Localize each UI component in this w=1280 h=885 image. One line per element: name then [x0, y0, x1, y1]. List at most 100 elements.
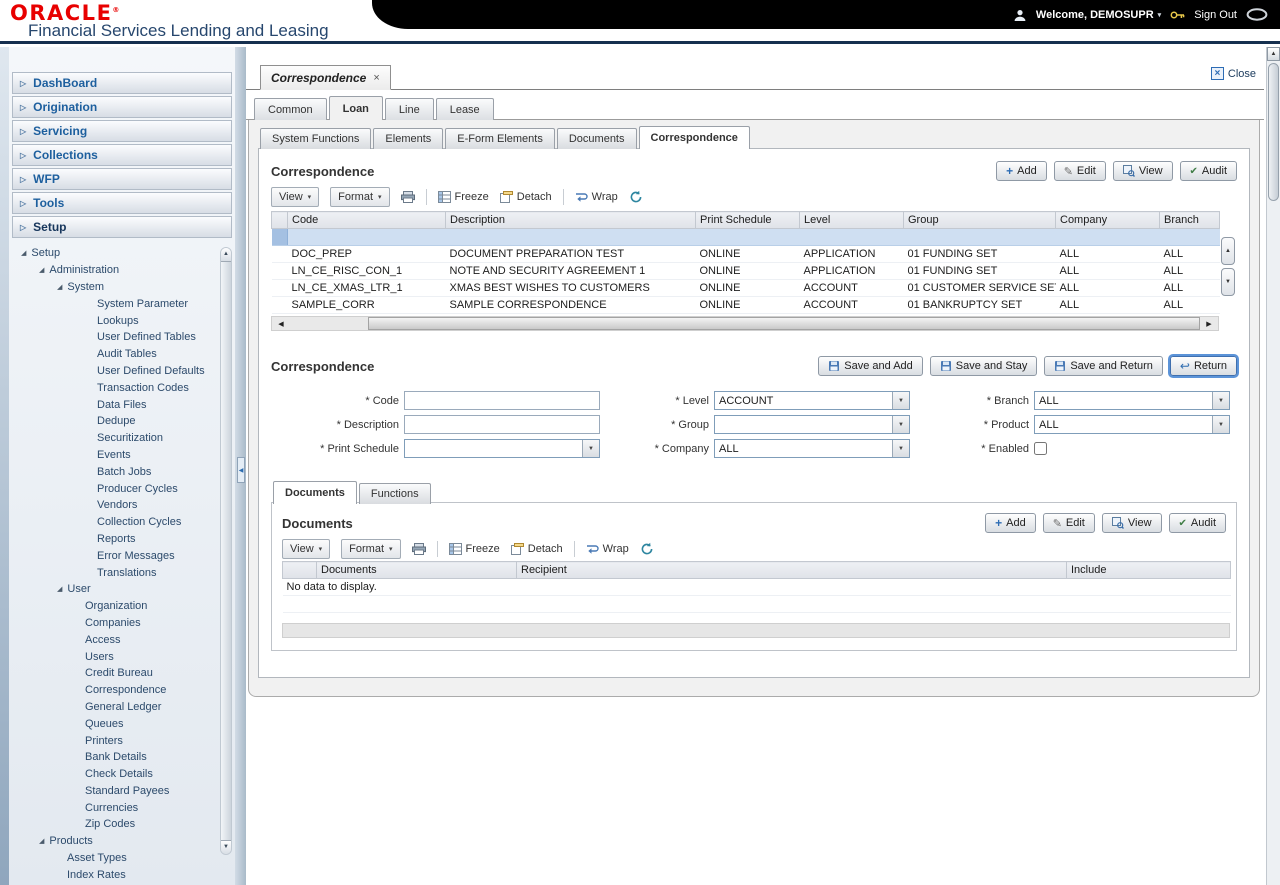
user-menu[interactable]: Welcome, DEMOSUPR ▾	[1036, 9, 1161, 21]
document-tab-correspondence[interactable]: Correspondence ×	[260, 65, 391, 90]
tab-loan[interactable]: Loan	[328, 96, 383, 120]
tree-item[interactable]: Check Details	[9, 766, 235, 783]
tree-item[interactable]: Vendors	[9, 497, 235, 514]
tab-elements[interactable]: Elements	[373, 128, 444, 149]
scroll-down-button[interactable]: ▼	[221, 840, 231, 854]
doc-edit-button[interactable]: ✎ Edit	[1042, 513, 1095, 533]
tab-lease[interactable]: Lease	[435, 98, 494, 120]
tree-item[interactable]: Users	[9, 648, 235, 665]
tree-item[interactable]: Events	[9, 447, 235, 464]
scroll-up-button[interactable]: ▲	[221, 248, 231, 262]
tree-item[interactable]: Printers	[9, 732, 235, 749]
doc-view-button[interactable]: View	[1101, 513, 1162, 533]
tree-item[interactable]: User Defined Tables	[9, 329, 235, 346]
tree-expand-icon[interactable]: ◢	[57, 283, 62, 291]
audit-button[interactable]: ✔ Audit	[1179, 161, 1237, 181]
tab-documents[interactable]: Documents	[556, 128, 637, 149]
close-button[interactable]: × Close	[1210, 67, 1256, 80]
column-header-description[interactable]: Description	[445, 211, 696, 229]
view-button[interactable]: View	[1112, 161, 1173, 181]
format-menu-button[interactable]: Format ▾	[330, 187, 390, 207]
company-select[interactable]: ALL ▼	[714, 439, 910, 458]
column-header-include[interactable]: Include	[1066, 561, 1231, 579]
save-and-stay-button[interactable]: Save and Stay	[929, 356, 1038, 376]
tree-expand-icon[interactable]: ◢	[39, 266, 44, 274]
product-select[interactable]: ALL ▼	[1034, 415, 1230, 434]
tree-item[interactable]: Error Messages	[9, 547, 235, 564]
table-row[interactable]: LN_CE_RISC_CON_1 NOTE AND SECURITY AGREE…	[271, 262, 1220, 280]
scroll-thumb[interactable]	[221, 262, 231, 840]
return-button[interactable]: ↩ Return	[1169, 356, 1237, 376]
doc-format-menu-button[interactable]: Format ▾	[341, 539, 401, 559]
table-row[interactable]: SAMPLE_CORR SAMPLE CORRESPONDENCE ONLINE…	[271, 296, 1220, 314]
tree-item[interactable]: Currencies	[9, 799, 235, 816]
tree-expand-icon[interactable]: ◢	[21, 249, 26, 257]
tab-line[interactable]: Line	[384, 98, 434, 120]
scroll-thumb[interactable]	[1268, 63, 1279, 201]
sidebar-item-dashboard[interactable]: ▷ DashBoard	[12, 72, 232, 94]
table-row[interactable]: DOC_PREP DOCUMENT PREPARATION TEST ONLIN…	[271, 245, 1220, 263]
scroll-up-button[interactable]: ▲	[1267, 47, 1280, 61]
tree-node-administration[interactable]: ◢ Administration	[9, 262, 235, 279]
documents-scroll-strip[interactable]	[282, 623, 1230, 638]
view-menu-button[interactable]: View ▾	[271, 187, 320, 207]
print-schedule-select[interactable]: ▼	[404, 439, 600, 458]
add-button[interactable]: + Add	[996, 161, 1047, 181]
tree-item[interactable]: General Ledger	[9, 699, 235, 716]
tree-item[interactable]: Reports	[9, 531, 235, 548]
doc-add-button[interactable]: + Add	[985, 513, 1036, 533]
tree-item[interactable]: Bank Details	[9, 749, 235, 766]
tree-item[interactable]: Dedupe	[9, 413, 235, 430]
hscroll-right-button[interactable]: ▶	[1200, 320, 1218, 328]
description-field[interactable]	[404, 415, 600, 434]
code-field[interactable]	[404, 391, 600, 410]
doc-refresh-button[interactable]	[640, 542, 654, 556]
print-button[interactable]	[400, 191, 415, 203]
column-header-company[interactable]: Company	[1055, 211, 1160, 229]
sidebar-item-origination[interactable]: ▷ Origination	[12, 96, 232, 118]
grid-scroll-down-button[interactable]: ▼	[1221, 268, 1235, 296]
tree-item[interactable]: Data Files	[9, 396, 235, 413]
sidebar-item-setup[interactable]: ▷ Setup	[12, 216, 232, 238]
grid-scroll-up-button[interactable]: ▲	[1221, 237, 1235, 265]
tree-item[interactable]: Batch Jobs	[9, 463, 235, 480]
tree-item[interactable]: Queues	[9, 715, 235, 732]
column-header-group[interactable]: Group	[903, 211, 1056, 229]
tab-common[interactable]: Common	[254, 98, 327, 120]
tree-item[interactable]: Index Rates	[9, 866, 235, 883]
tree-item[interactable]: Transaction Codes	[9, 379, 235, 396]
tree-item[interactable]: User Defined Defaults	[9, 363, 235, 380]
column-header-code[interactable]: Code	[287, 211, 446, 229]
tree-item[interactable]: System Parameter	[9, 295, 235, 312]
sidebar-item-servicing[interactable]: ▷ Servicing	[12, 120, 232, 142]
doc-freeze-button[interactable]: Freeze	[448, 543, 500, 555]
tree-item[interactable]: Companies	[9, 615, 235, 632]
tree-node-user[interactable]: ◢ User	[9, 581, 235, 598]
grid-horizontal-scrollbar[interactable]: ◀ ▶	[271, 316, 1219, 331]
enabled-checkbox[interactable]	[1034, 442, 1047, 455]
tree-item[interactable]: Standard Payees	[9, 783, 235, 800]
tab-functions[interactable]: Functions	[358, 483, 431, 504]
tab-eform-elements[interactable]: E-Form Elements	[445, 128, 555, 149]
column-header-documents[interactable]: Documents	[316, 561, 517, 579]
doc-view-menu-button[interactable]: View ▾	[282, 539, 331, 559]
doc-wrap-button[interactable]: Wrap	[586, 543, 629, 555]
tree-item[interactable]: Credit Bureau	[9, 665, 235, 682]
tree-item[interactable]: Producer Cycles	[9, 480, 235, 497]
wrap-button[interactable]: Wrap	[575, 191, 618, 203]
save-and-return-button[interactable]: Save and Return	[1044, 356, 1163, 376]
tab-system-functions[interactable]: System Functions	[260, 128, 372, 149]
level-select[interactable]: ACCOUNT ▼	[714, 391, 910, 410]
freeze-button[interactable]: Freeze	[437, 191, 489, 203]
splitter-collapse-button[interactable]: ◀	[237, 457, 245, 483]
tree-item[interactable]: Correspondence	[9, 682, 235, 699]
tree-item[interactable]: Collection Cycles	[9, 514, 235, 531]
sidebar-item-tools[interactable]: ▷ Tools	[12, 192, 232, 214]
tree-expand-icon[interactable]: ◢	[39, 837, 44, 845]
selected-row[interactable]	[271, 228, 1220, 246]
hscroll-left-button[interactable]: ◀	[272, 320, 290, 328]
tree-node-setup[interactable]: ◢ Setup	[9, 245, 235, 262]
sidebar-scrollbar[interactable]: ▲ ▼	[220, 247, 232, 855]
column-header-recipient[interactable]: Recipient	[516, 561, 1067, 579]
tree-item[interactable]: Audit Tables	[9, 346, 235, 363]
